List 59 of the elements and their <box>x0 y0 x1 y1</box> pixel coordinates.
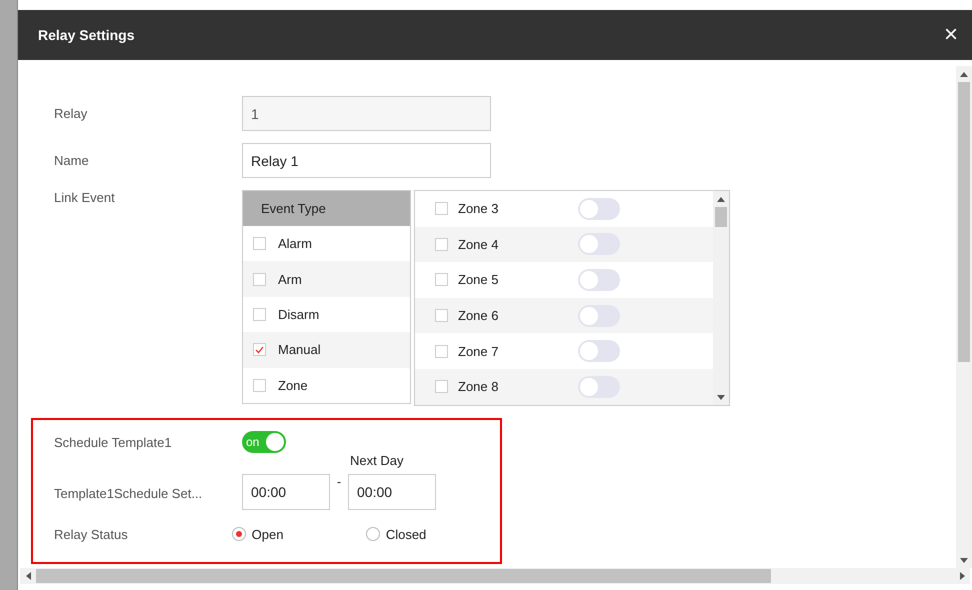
zone-label: Zone 5 <box>458 272 500 288</box>
zone-label: Zone 8 <box>458 379 500 394</box>
zone-label: Zone 4 <box>458 236 500 252</box>
checkbox[interactable] <box>253 237 266 250</box>
relay-label: Relay <box>54 106 88 121</box>
table-header: Event Type <box>243 191 410 226</box>
toggle-switch[interactable] <box>578 376 620 398</box>
arrow-icon[interactable] <box>958 572 966 580</box>
event-type-label: Disarm <box>278 306 320 322</box>
range-separator: - <box>336 474 342 489</box>
arrow-icon[interactable] <box>960 70 968 78</box>
zone-label: Zone 3 <box>458 201 500 216</box>
event-type-label: Manual <box>278 342 321 358</box>
event-type-label: Alarm <box>278 236 312 252</box>
arrow-icon[interactable] <box>960 556 968 564</box>
checkbox[interactable] <box>253 378 266 392</box>
radio-button[interactable] <box>366 527 380 541</box>
zone-label: Zone 7 <box>458 344 500 359</box>
toggle-switch[interactable] <box>578 198 620 220</box>
event-type-label: Arm <box>278 272 302 287</box>
checkbox[interactable] <box>435 380 448 394</box>
start-time-field[interactable]: 00:00 <box>242 474 330 510</box>
dialog-title: Relay Settings <box>38 27 134 43</box>
checkbox[interactable] <box>435 309 448 322</box>
toggle-switch[interactable] <box>578 304 620 327</box>
checkbox[interactable] <box>253 343 266 356</box>
schedule-label: Schedule Template1 <box>54 434 173 450</box>
checkbox[interactable] <box>253 272 266 286</box>
scrollbar-thumb[interactable] <box>36 569 771 583</box>
schedule-set-label: Template1Schedule Set... <box>54 486 204 503</box>
scrollbar[interactable] <box>20 568 970 584</box>
toggle-switch[interactable] <box>578 340 620 362</box>
next-day-caption: Next Day <box>349 453 404 468</box>
relay-status-label: Relay Status <box>54 526 129 542</box>
radio-option[interactable]: Open <box>232 526 366 542</box>
checkbox[interactable] <box>435 273 448 286</box>
checkbox[interactable] <box>435 344 448 358</box>
toggle-switch[interactable] <box>578 268 620 291</box>
link-event-label: Link Event <box>54 190 116 205</box>
arrow-icon[interactable] <box>24 572 32 580</box>
close-button[interactable]: × <box>938 21 964 49</box>
end-time-field[interactable]: 00:00 <box>348 474 436 510</box>
toggle-switch[interactable] <box>578 233 620 256</box>
radio-option[interactable]: Closed <box>366 526 500 542</box>
zone-label: Zone 6 <box>458 308 500 324</box>
arrow-icon[interactable] <box>717 196 725 202</box>
scrollbar[interactable] <box>713 191 729 405</box>
scrollbar-thumb[interactable] <box>715 207 727 227</box>
toggle-text: on <box>246 435 260 449</box>
name-field[interactable]: Relay 1 <box>242 143 491 178</box>
event-type-label: Zone <box>278 378 308 393</box>
arrow-icon[interactable] <box>717 394 725 400</box>
radio-button[interactable] <box>232 527 246 541</box>
checkbox[interactable] <box>435 202 448 216</box>
scrollbar-thumb[interactable] <box>958 82 970 362</box>
checkbox[interactable] <box>435 238 448 251</box>
name-label: Name <box>54 153 90 168</box>
scrollbar[interactable] <box>956 66 972 568</box>
checkbox[interactable] <box>253 308 266 321</box>
